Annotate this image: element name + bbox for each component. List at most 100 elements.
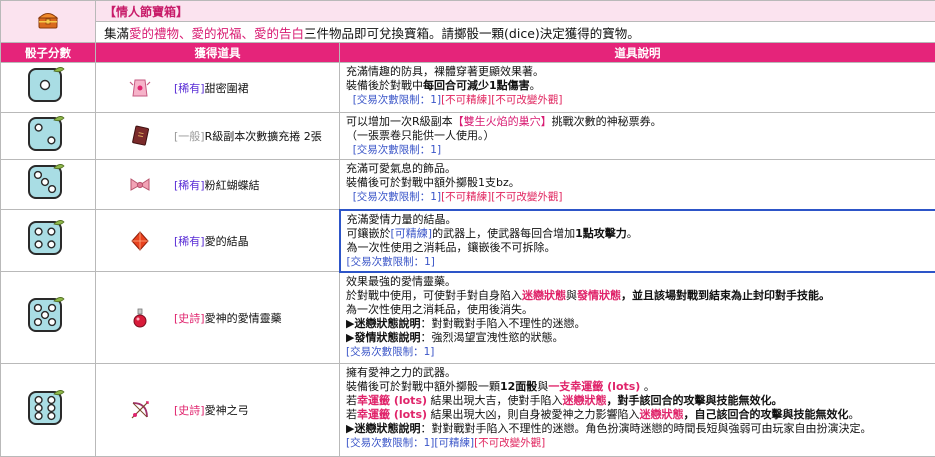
die-face-2-icon — [27, 145, 69, 158]
treasure-box-table: 【情人節寶箱】 集滿愛的禮物、愛的祝福、愛的告白三件物品即可兌換寶箱。請擲骰一顆… — [0, 0, 935, 457]
desc-text: 結果出現大吉，使對手陷入 — [427, 394, 563, 407]
restriction-line: [交易次數限制：1] — [346, 345, 929, 359]
trade-limit: [交易次數限制：1] — [346, 437, 434, 449]
item-rarity-tag: [稀有] — [174, 179, 205, 192]
status-arousal: 發情狀態 — [577, 289, 621, 302]
item-rarity-tag: [稀有] — [174, 82, 205, 95]
desc-cell-selected: 充滿愛情力量的結晶。 可鑲嵌於[可精練]的武器上，使武器每回合增加1點攻擊力。 … — [340, 210, 935, 272]
table-row: [稀有]愛的結晶 充滿愛情力量的結晶。 可鑲嵌於[可精練]的武器上，使武器每回合… — [1, 210, 935, 272]
desc-text: 結果出現大凶，則自身被愛神之力影響陷入 — [427, 408, 640, 421]
dice-cell — [1, 364, 96, 457]
desc-line: （一張票卷只能供一人使用。） — [346, 129, 929, 143]
treasure-box-page: 【情人節寶箱】 集滿愛的禮物、愛的祝福、愛的告白三件物品即可兌換寶箱。請擲骰一顆… — [0, 0, 935, 456]
item-name: 愛的結晶 — [205, 235, 249, 248]
die-pip — [35, 319, 42, 326]
status-infatuation: 迷戀狀態 — [640, 408, 684, 421]
item-name: 愛神的愛情靈藥 — [205, 312, 282, 325]
desc-text: 若 — [346, 408, 357, 421]
refine-limit: [不可精練] — [441, 191, 491, 203]
desc-line: 裝備後可於對戰中額外擲骰一顆12面骰與一支幸運籤 (lots) 。 — [346, 380, 929, 394]
desc-text: ：強烈渴望宣洩性慾的狀態。 — [420, 331, 563, 344]
desc-line: 效果最強的愛情靈藥。 — [346, 275, 929, 289]
status-infatuation: 迷戀狀態 — [563, 394, 607, 407]
scroll-book-icon — [128, 124, 152, 148]
dungeon-name: 【雙生火焰的巢穴】 — [453, 115, 552, 128]
status-note-title: ▶迷戀狀態說明 — [346, 317, 420, 330]
table-row: [稀有]甜密圍裙 充滿情趣的防具，裸體穿著更顯效果著。 裝備後於對戰中每回合可減… — [1, 63, 935, 113]
die-pip — [48, 241, 55, 248]
desc-cell: 效果最強的愛情靈藥。 於對戰中使用，可使對手對自身陷入迷戀狀態與發情狀態，並且該… — [340, 272, 935, 364]
die-face-1-icon — [27, 96, 69, 109]
restriction-line: [交易次數限制：1] — [347, 255, 929, 269]
desc-emphasis: ，對手該回合的攻擊與技能無效化。 — [607, 394, 783, 407]
item-name: 愛神之弓 — [205, 404, 249, 417]
desc-text: 若 — [346, 394, 357, 407]
status-note-title: ▶發情狀態說明 — [346, 331, 420, 344]
desc-line: 充滿可愛氣息的飾品。 — [346, 162, 929, 176]
status-infatuation: 迷戀狀態 — [522, 289, 566, 302]
item-cell: [稀有]粉紅蝴蝶結 — [96, 160, 340, 210]
table-row: [一般]R級副本次數擴充捲 2張 可以增加一次R級副本【雙生火焰的巢穴】挑戰次數… — [1, 113, 935, 160]
die-pip — [49, 319, 56, 326]
restriction-line: [交易次數限制：1] — [346, 143, 929, 157]
desc-line: 擁有愛神之力的武器。 — [346, 366, 929, 380]
dice-cell — [1, 272, 96, 364]
desc-emphasis: ，自己該回合的攻擊與技能無效化 — [684, 408, 849, 421]
trade-limit: [交易次數限制：1] — [353, 191, 441, 203]
apron-icon — [128, 76, 152, 100]
box-title-row: 【情人節寶箱】 — [1, 1, 935, 22]
refine-limit: [不可精練] — [441, 94, 491, 106]
dice-cell — [1, 210, 96, 272]
die-pip — [48, 412, 55, 419]
restriction-line: [交易次數限制：1][不可精練][不可改變外觀] — [346, 93, 929, 107]
die-face-6-icon — [27, 419, 69, 432]
desc-text: 裝備後可於對戰中額外擲骰一顆 — [346, 380, 500, 393]
appearance-limit: [不可改變外觀] — [491, 94, 562, 106]
desc-line: 為一次性使用之消耗品，鑲嵌後不可拆除。 — [347, 241, 929, 255]
desc-line: 可鑲嵌於[可精練]的武器上，使武器每回合增加1點攻擊力。 — [347, 227, 929, 241]
desc-text: 裝備後於對戰中 — [346, 79, 423, 92]
desc-emphasis: ，並且該場對戰到結束為止封印對手技能。 — [621, 289, 830, 302]
die-pip — [35, 305, 42, 312]
col-desc: 道具說明 — [340, 43, 935, 63]
box-desc-suffix: 三件物品即可兌換寶箱。請擲骰一顆(dice)決定獲得的寶物。 — [304, 26, 640, 41]
desc-line: 可以增加一次R級副本【雙生火焰的巢穴】挑戰次數的神秘票券。 — [346, 115, 929, 129]
die-pip — [49, 305, 56, 312]
col-item: 獲得道具 — [96, 43, 340, 63]
table-row: [史詩]愛神的愛情靈藥 效果最強的愛情靈藥。 於對戰中使用，可使對手對自身陷入迷… — [1, 272, 935, 364]
item-name: R級副本次數擴充捲 2張 — [205, 130, 322, 143]
desc-emphasis: 12面骰 — [500, 380, 537, 393]
desc-line: ▶迷戀狀態說明：對對戰對手陷入不理性的迷戀。 — [346, 317, 929, 331]
desc-line: 若幸運籤 (lots) 結果出現大吉，使對手陷入迷戀狀態，對手該回合的攻擊與技能… — [346, 394, 929, 408]
dice-cell — [1, 63, 96, 113]
refinable-tag: [可精練] — [434, 437, 474, 449]
potion-icon — [128, 306, 152, 330]
trade-limit: [交易次數限制：1] — [347, 256, 435, 268]
treasure-box-icon — [1, 1, 96, 43]
die-pip — [48, 228, 55, 235]
table-row: [稀有]粉紅蝴蝶結 充滿可愛氣息的飾品。 裝備後可於對戰中額外擲骰1支bz。 [… — [1, 160, 935, 210]
col-dice: 骰子分數 — [1, 43, 96, 63]
trade-limit: [交易次數限制：1] — [353, 94, 441, 106]
die-pip — [48, 404, 55, 411]
item-name: 粉紅蝴蝶結 — [205, 179, 260, 192]
restriction-line: [交易次數限制：1][不可精練][不可改變外觀] — [346, 190, 929, 204]
desc-cell: 可以增加一次R級副本【雙生火焰的巢穴】挑戰次數的神秘票券。 （一張票卷只能供一人… — [340, 113, 935, 160]
desc-text: ：對對戰對手陷入不理性的迷戀。角色扮演時迷戀的時間長短與強弱可由玩家自由扮演決定… — [420, 422, 871, 435]
table-row: [史詩]愛神之弓 擁有愛神之力的武器。 裝備後可於對戰中額外擲骰一顆12面骰與一… — [1, 364, 935, 457]
lots-name: 幸運籤 (lots) — [357, 394, 427, 407]
cupid-bow-icon — [128, 398, 152, 422]
dice-cell — [1, 113, 96, 160]
item-rarity-tag: [史詩] — [174, 404, 205, 417]
desc-line: 充滿愛情力量的結晶。 — [347, 213, 929, 227]
item-name: 甜密圍裙 — [205, 82, 249, 95]
desc-line: ▶發情狀態說明：強烈渴望宣洩性慾的狀態。 — [346, 331, 929, 345]
refinable-tag: [可精練] — [391, 227, 433, 240]
item-rarity-tag: [稀有] — [174, 235, 205, 248]
column-header-row: 骰子分數 獲得道具 道具說明 — [1, 43, 935, 63]
desc-text: 可以增加一次R級副本 — [346, 115, 453, 128]
desc-text: 。 — [627, 227, 638, 240]
die-pip — [35, 241, 42, 248]
desc-line: 為一次性使用之消耗品，使用後消失。 — [346, 303, 929, 317]
desc-line: ▶迷戀狀態說明：對對戰對手陷入不理性的迷戀。角色扮演時迷戀的時間長短與強弱可由玩… — [346, 422, 929, 436]
